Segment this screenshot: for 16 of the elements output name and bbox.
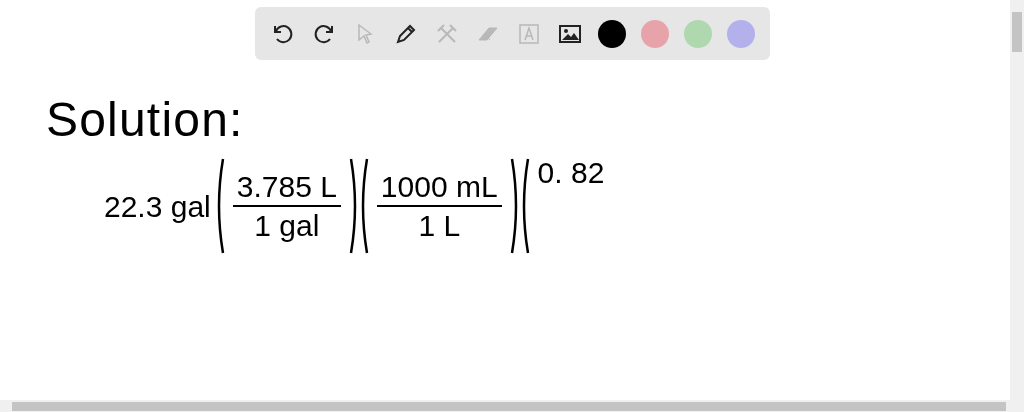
heading-text: Solution: <box>46 96 245 144</box>
color-swatch[interactable] <box>726 19 755 48</box>
denominator-text: 1 L <box>418 208 461 244</box>
text-box-icon <box>516 21 541 46</box>
color-swatch[interactable] <box>597 19 626 48</box>
denominator-text: 1 gal <box>254 208 320 244</box>
color-swatch[interactable] <box>640 19 669 48</box>
horizontal-scrollbar[interactable] <box>0 400 1024 412</box>
scroll-thumb[interactable] <box>12 401 1006 411</box>
numerator-text: 1000 mL <box>379 168 499 205</box>
vertical-scrollbar[interactable] <box>1010 0 1024 400</box>
scroll-thumb[interactable] <box>1012 12 1022 52</box>
color-swatch[interactable] <box>683 19 712 48</box>
quantity-text: 22.3 gal <box>104 188 211 225</box>
partial-number-text: 0. 82 <box>537 155 605 191</box>
numerator-text: 3.785 L <box>235 168 338 205</box>
